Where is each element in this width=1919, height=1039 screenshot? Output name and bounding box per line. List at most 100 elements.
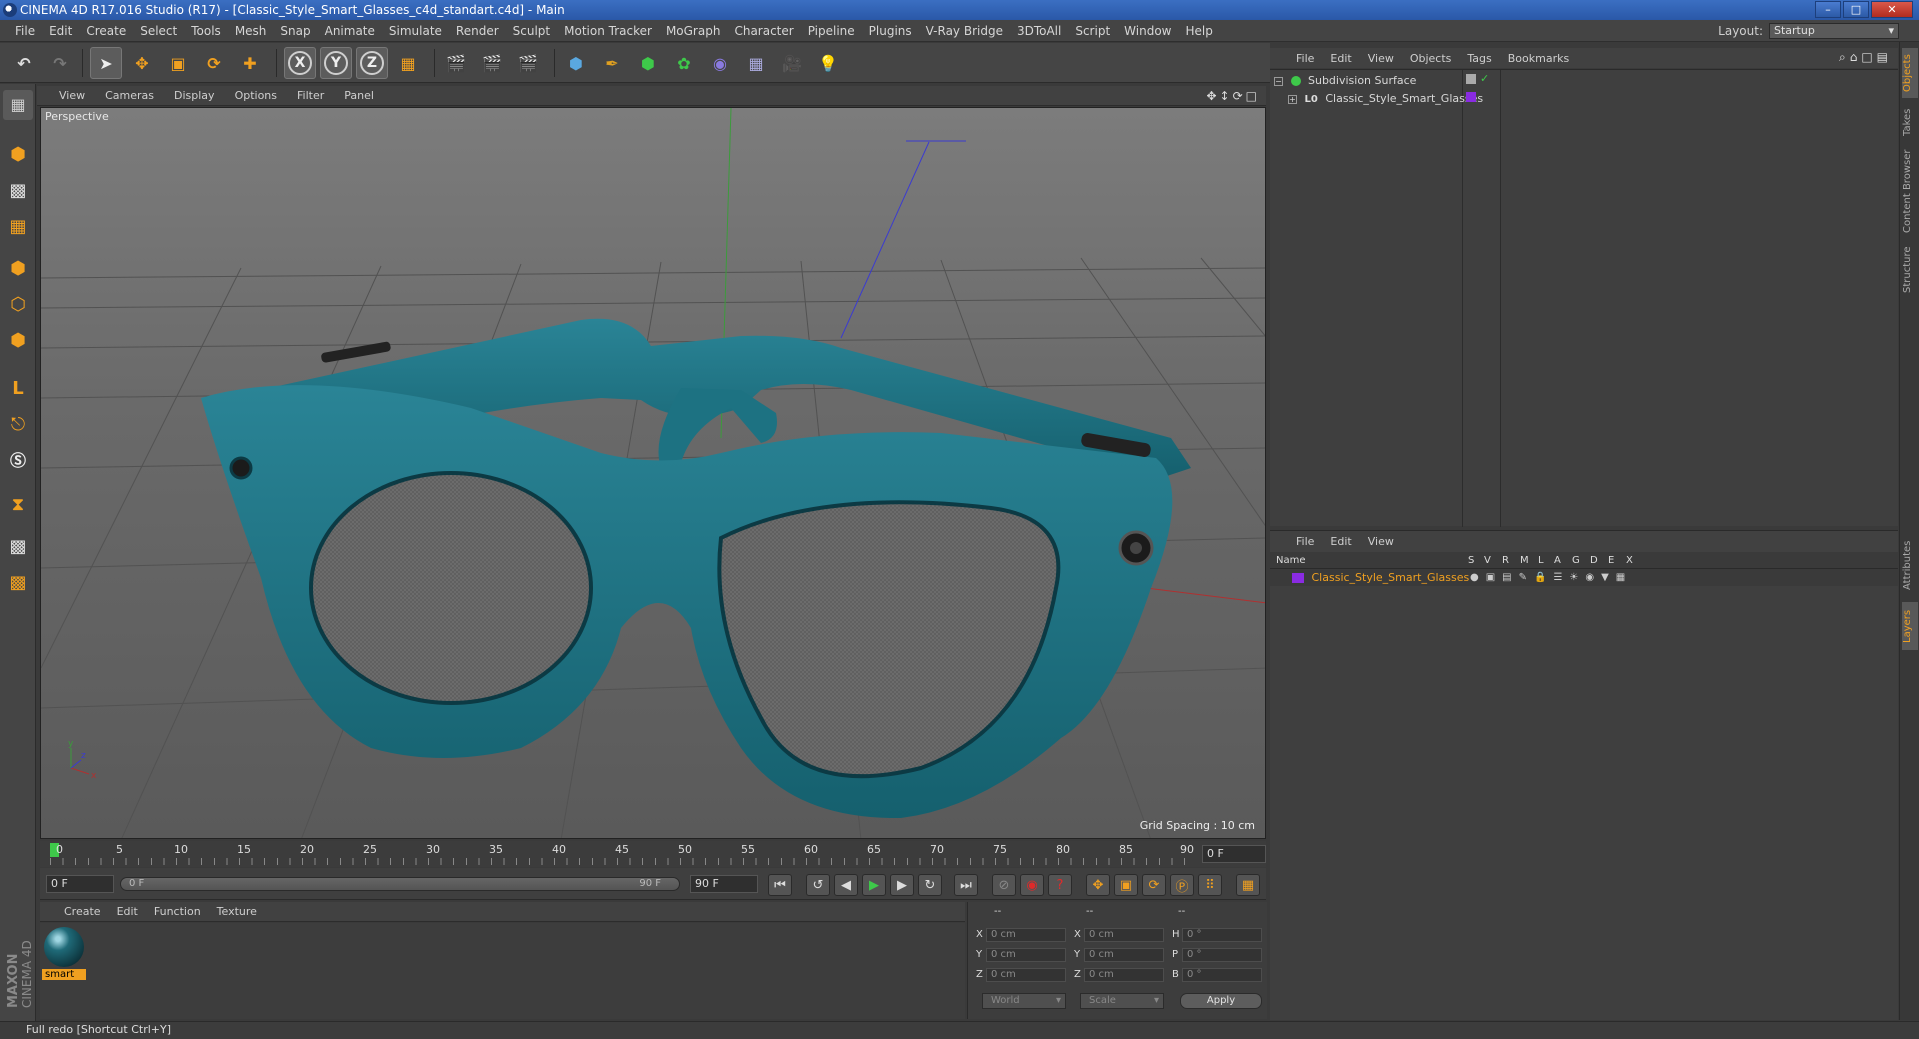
- menu-snap[interactable]: Snap: [273, 24, 317, 38]
- tweak-mode-button[interactable]: ⎋: [3, 410, 33, 440]
- menu-select[interactable]: Select: [133, 24, 184, 38]
- close-button[interactable]: ✕: [1871, 1, 1913, 18]
- model-mode-button[interactable]: ⬢: [3, 140, 33, 170]
- size-y-field[interactable]: 0 cm: [1084, 948, 1164, 962]
- timeline-window-button[interactable]: ▦: [1236, 874, 1260, 896]
- keyframe-selection-button[interactable]: ?: [1048, 874, 1072, 896]
- texture-mode-button[interactable]: ▩: [3, 176, 33, 206]
- coord-transform-dropdown[interactable]: Scale ▾: [1080, 993, 1164, 1009]
- menu-help[interactable]: Help: [1178, 24, 1219, 38]
- cube-button[interactable]: ⬢: [560, 47, 592, 79]
- menu-file[interactable]: File: [8, 24, 42, 38]
- floor-button[interactable]: ▦: [740, 47, 772, 79]
- previous-frame-button[interactable]: ◀: [834, 874, 858, 896]
- objects-menu-bookmarks[interactable]: Bookmarks: [1500, 52, 1577, 65]
- collapse-icon[interactable]: −: [1274, 76, 1283, 86]
- apply-button[interactable]: Apply: [1180, 993, 1262, 1009]
- layers-menu-edit[interactable]: Edit: [1322, 535, 1359, 548]
- redo-button[interactable]: ↷: [44, 47, 76, 79]
- play-button[interactable]: ▶: [862, 874, 886, 896]
- light-button[interactable]: 💡: [812, 47, 844, 79]
- workplane-mode-button[interactable]: ▦: [3, 212, 33, 242]
- material-preview[interactable]: [44, 927, 84, 967]
- render-to-picture-viewer-button[interactable]: 🎬: [476, 47, 508, 79]
- tab-layers[interactable]: Layers: [1902, 602, 1918, 650]
- checkmark-icon[interactable]: ✓: [1480, 72, 1489, 85]
- objects-menu-file[interactable]: File: [1288, 52, 1322, 65]
- objects-menu-objects[interactable]: Objects: [1402, 52, 1460, 65]
- key-position-button[interactable]: ✥: [1086, 874, 1110, 896]
- menu-render[interactable]: Render: [449, 24, 506, 38]
- position-x-field[interactable]: 0 cm: [986, 928, 1066, 942]
- material-name[interactable]: smart: [42, 969, 86, 980]
- go-to-start-button[interactable]: ⏮: [768, 874, 792, 896]
- position-y-field[interactable]: 0 cm: [986, 948, 1066, 962]
- next-frame-button[interactable]: ▶: [890, 874, 914, 896]
- coordinate-system-button[interactable]: ▦: [392, 47, 424, 79]
- tree-item-glasses[interactable]: + L0 Classic_Style_Smart_Glasses: [1288, 90, 1483, 108]
- menu-sculpt[interactable]: Sculpt: [506, 24, 557, 38]
- viewport-menu-cameras[interactable]: Cameras: [95, 89, 164, 102]
- live-select-button[interactable]: ➤: [90, 47, 122, 79]
- rotate-button[interactable]: ⟳: [198, 47, 230, 79]
- tab-content-browser[interactable]: Content Browser: [1902, 146, 1918, 236]
- make-editable-button[interactable]: ▦: [3, 90, 33, 120]
- lock-workplane-button[interactable]: ▩: [3, 532, 33, 562]
- menu-create[interactable]: Create: [79, 24, 133, 38]
- deformer-button[interactable]: ◉: [704, 47, 736, 79]
- render-view-button[interactable]: 🎬: [440, 47, 472, 79]
- tree-item-subdivision-surface[interactable]: − Subdivision Surface: [1274, 72, 1416, 90]
- tab-attributes[interactable]: Attributes: [1902, 532, 1918, 598]
- y-axis-button[interactable]: Y: [320, 47, 352, 79]
- last-tool-button[interactable]: ✚: [234, 47, 266, 79]
- polygons-mode-button[interactable]: ⬢: [3, 326, 33, 356]
- layer-tag-icon[interactable]: [1466, 74, 1476, 84]
- objects-menu-tags[interactable]: Tags: [1459, 52, 1499, 65]
- perspective-viewport[interactable]: y x z Perspective Grid Spacing : 10 cm: [40, 107, 1266, 839]
- rotation-h-field[interactable]: 0 °: [1182, 928, 1262, 942]
- end-frame-field[interactable]: 90 F: [690, 875, 758, 893]
- preview-range-slider[interactable]: 0 F 90 F: [120, 877, 680, 891]
- tab-objects[interactable]: Objects: [1902, 48, 1918, 98]
- menu-simulate[interactable]: Simulate: [382, 24, 449, 38]
- menu-pipeline[interactable]: Pipeline: [801, 24, 862, 38]
- size-x-field[interactable]: 0 cm: [1084, 928, 1164, 942]
- layer-toggle-icons[interactable]: ●▣▤✎🔒☰☀◉▼▦: [1470, 570, 1632, 586]
- size-z-field[interactable]: 0 cm: [1084, 968, 1164, 982]
- viewport-menu-filter[interactable]: Filter: [287, 89, 334, 102]
- menu-tools[interactable]: Tools: [184, 24, 228, 38]
- layer-color-swatch[interactable]: [1292, 573, 1304, 583]
- layer-item[interactable]: Classic_Style_Smart_Glasses ●▣▤✎🔒☰☀◉▼▦: [1270, 570, 1898, 586]
- material-menu-edit[interactable]: Edit: [109, 905, 146, 918]
- autokey-button[interactable]: ◉: [1020, 874, 1044, 896]
- layers-menu-view[interactable]: View: [1360, 535, 1402, 548]
- go-to-end-button[interactable]: ⏭: [954, 874, 978, 896]
- coord-mode-dropdown[interactable]: World ▾: [982, 993, 1066, 1009]
- viewport-menu-options[interactable]: Options: [225, 89, 287, 102]
- menu-3dtoall[interactable]: 3DToAll: [1010, 24, 1068, 38]
- objects-menu-view[interactable]: View: [1360, 52, 1402, 65]
- cloner-button[interactable]: ✿: [668, 47, 700, 79]
- pen-button[interactable]: ✒: [596, 47, 628, 79]
- edges-mode-button[interactable]: ⬡: [3, 290, 33, 320]
- material-menu-function[interactable]: Function: [146, 905, 209, 918]
- next-key-button[interactable]: ↻: [918, 874, 942, 896]
- snap-button[interactable]: Ⓢ: [3, 446, 33, 476]
- menu-window[interactable]: Window: [1117, 24, 1178, 38]
- undo-button[interactable]: ↶: [8, 47, 40, 79]
- layer-color-icon[interactable]: [1466, 92, 1476, 102]
- menu-script[interactable]: Script: [1068, 24, 1117, 38]
- menu-animate[interactable]: Animate: [318, 24, 382, 38]
- viewport-menu-view[interactable]: View: [49, 89, 95, 102]
- viewport-nav-icons[interactable]: ✥↕⟳□: [1206, 89, 1260, 103]
- start-frame-field[interactable]: 0 F: [46, 875, 114, 893]
- move-button[interactable]: ✥: [126, 47, 158, 79]
- key-rotation-button[interactable]: ⟳: [1142, 874, 1166, 896]
- objects-menu-edit[interactable]: Edit: [1322, 52, 1359, 65]
- expand-icon[interactable]: +: [1288, 94, 1297, 104]
- menu-vray-bridge[interactable]: V-Ray Bridge: [919, 24, 1010, 38]
- material-menu-texture[interactable]: Texture: [209, 905, 265, 918]
- tab-structure[interactable]: Structure: [1902, 240, 1918, 300]
- planar-workplane-button[interactable]: ▩: [3, 568, 33, 598]
- menu-character[interactable]: Character: [727, 24, 800, 38]
